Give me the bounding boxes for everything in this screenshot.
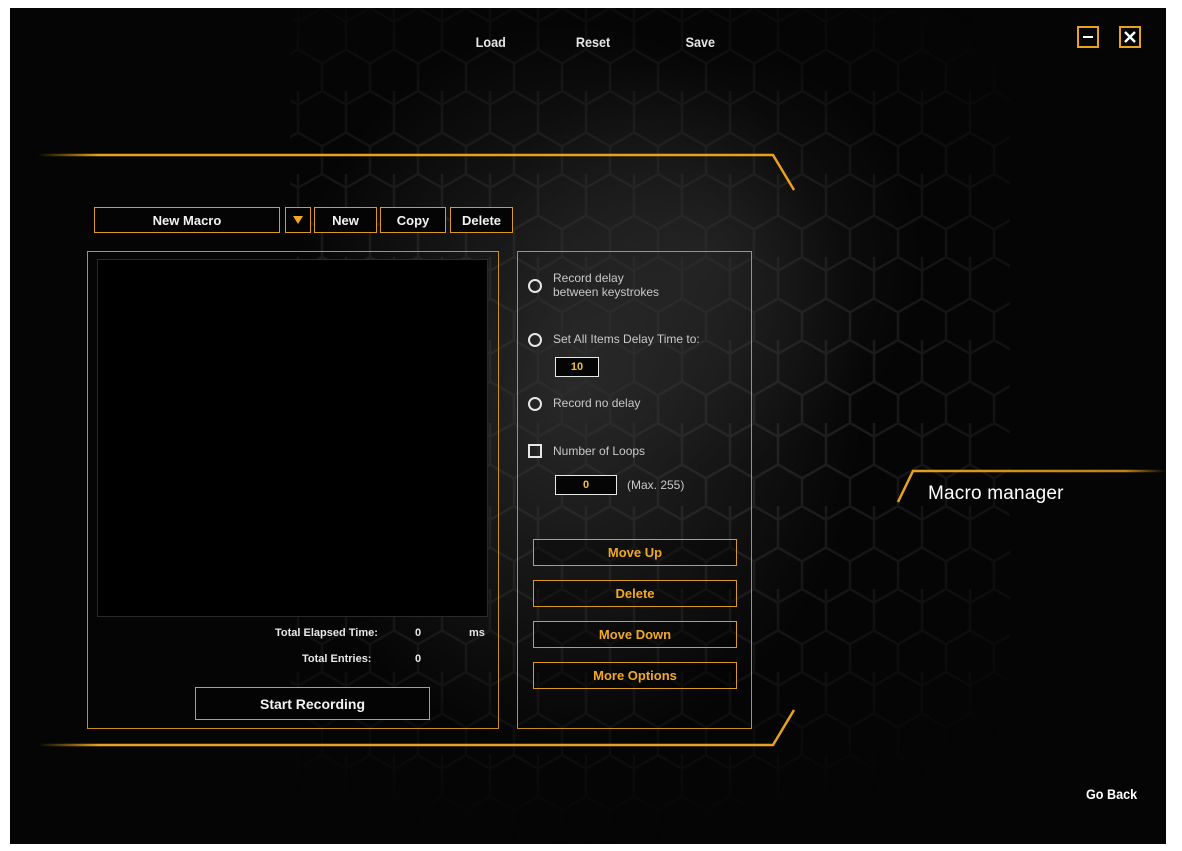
move-down-button[interactable]: Move Down xyxy=(533,621,737,648)
set-all-delay-radio[interactable] xyxy=(528,333,542,347)
total-elapsed-label: Total Elapsed Time: xyxy=(275,627,378,639)
triangle-down-icon xyxy=(293,216,303,224)
more-options-button[interactable]: More Options xyxy=(533,662,737,689)
total-entries-label: Total Entries: xyxy=(302,653,372,665)
new-macro-button[interactable]: New xyxy=(314,207,377,233)
loops-max-label: (Max. 255) xyxy=(627,478,685,492)
delete-macro-button[interactable]: Delete xyxy=(450,207,513,233)
number-of-loops-label: Number of Loops xyxy=(553,444,646,458)
macro-select[interactable]: New Macro xyxy=(94,207,280,233)
macro-select-value: New Macro xyxy=(152,212,222,228)
record-delay-label-line2: between keystrokes xyxy=(553,285,660,299)
total-elapsed-value: 0 xyxy=(415,627,422,639)
move-up-button[interactable]: Move Up xyxy=(533,539,737,566)
record-delay-radio[interactable] xyxy=(528,279,542,293)
number-of-loops-checkbox[interactable] xyxy=(528,444,542,458)
set-all-delay-label: Set All Items Delay Time to: xyxy=(553,332,700,346)
copy-macro-button[interactable]: Copy xyxy=(380,207,446,233)
app-window: Load Reset Save Macro manager New Macro xyxy=(10,8,1166,844)
total-elapsed-unit: ms xyxy=(469,627,485,639)
record-no-delay-label: Record no delay xyxy=(553,396,641,410)
start-recording-button[interactable]: Start Recording xyxy=(195,687,430,720)
loops-input[interactable] xyxy=(555,475,617,495)
record-delay-label-line1: Record delay xyxy=(553,271,624,285)
go-back-link[interactable]: Go Back xyxy=(1086,786,1137,802)
delay-time-input[interactable] xyxy=(555,357,599,377)
macro-dropdown-button[interactable] xyxy=(285,207,311,233)
delete-entry-button[interactable]: Delete xyxy=(533,580,737,607)
macro-event-list[interactable] xyxy=(97,259,488,617)
record-no-delay-radio[interactable] xyxy=(528,397,542,411)
total-entries-value: 0 xyxy=(415,653,422,665)
section-title: Macro manager xyxy=(928,483,1064,504)
